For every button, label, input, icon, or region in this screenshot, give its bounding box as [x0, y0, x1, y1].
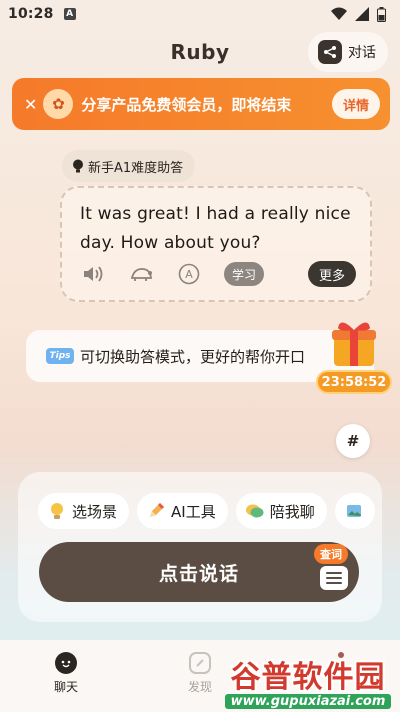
- pencil-icon: [147, 502, 165, 520]
- page-title: Ruby: [170, 40, 230, 64]
- chip-scene[interactable]: 选场景: [38, 493, 130, 529]
- learn-button[interactable]: 学习: [224, 262, 264, 286]
- tab-discover[interactable]: 发现: [180, 652, 220, 695]
- status-time: 10:28: [8, 6, 54, 22]
- cellular-icon: [355, 7, 369, 21]
- chip-ai-tools[interactable]: AI工具: [137, 493, 228, 529]
- assistant-message-text: It was great! I had a really nice day. H…: [80, 204, 351, 253]
- share-icon: [318, 40, 342, 64]
- site-watermark: 谷普软件园 www.gupuxiazai.com: [216, 648, 400, 712]
- watermark-brand: 谷普软件园: [230, 659, 386, 695]
- quick-action-chips: 选场景 AI工具 陪我聊: [38, 493, 375, 529]
- wifi-icon: [331, 7, 347, 20]
- chat-bubbles-icon: [245, 502, 264, 520]
- lightbulb-icon: [73, 159, 83, 173]
- banner-details-button[interactable]: 详情: [332, 89, 380, 119]
- tips-text: 可切换助答模式，更好的帮你开口: [80, 347, 306, 366]
- notification-icon: A: [63, 8, 76, 20]
- image-icon: [345, 502, 363, 520]
- assist-level-chip[interactable]: 新手A1难度助答: [62, 150, 196, 182]
- close-icon[interactable]: ✕: [24, 95, 37, 114]
- chip-label: AI工具: [171, 502, 216, 521]
- assistant-message-bubble: It was great! I had a really nice day. H…: [60, 186, 372, 302]
- banner-text: 分享产品免费领会员，即将结束: [81, 95, 292, 114]
- status-bar: 10:28 A: [0, 0, 400, 28]
- lightbulb-icon: [48, 502, 66, 520]
- tips-badge: Tips: [46, 348, 74, 364]
- message-actions: A 学习 更多: [80, 260, 356, 288]
- tab-chat[interactable]: 聊天: [46, 652, 86, 695]
- discover-icon: [189, 652, 211, 674]
- battery-icon: [377, 6, 386, 22]
- speaker-icon[interactable]: [80, 261, 106, 287]
- svg-text:A: A: [185, 268, 193, 281]
- chat-face-icon: [55, 652, 77, 674]
- chip-label: 陪我聊: [269, 502, 315, 521]
- more-button[interactable]: 更多: [308, 261, 356, 287]
- promo-countdown[interactable]: 23:58:52: [316, 370, 392, 394]
- header: Ruby 对话: [0, 28, 400, 76]
- chip-label: 选场景: [72, 502, 118, 521]
- dictionary-badge[interactable]: 查词: [314, 544, 348, 564]
- assist-level-label: 新手A1难度助答: [88, 160, 184, 176]
- tap-to-speak-button[interactable]: 点击说话: [39, 542, 359, 602]
- turtle-icon[interactable]: [128, 261, 154, 287]
- banner-logo-icon: ✿: [43, 89, 74, 119]
- chat-mode-button[interactable]: 对话: [308, 32, 388, 72]
- gift-promo-icon[interactable]: [330, 316, 378, 368]
- tab-label: 聊天: [53, 680, 78, 694]
- topic-hash-button[interactable]: #: [336, 424, 370, 458]
- speak-label: 点击说话: [158, 562, 239, 585]
- chip-image[interactable]: [334, 493, 375, 529]
- translate-icon[interactable]: A: [176, 261, 202, 287]
- watermark-url: www.gupuxiazai.com: [224, 693, 392, 709]
- promo-banner[interactable]: ✕ ✿ 分享产品免费领会员，即将结束 详情: [12, 78, 390, 130]
- dictionary-icon: [320, 566, 348, 590]
- chat-mode-label: 对话: [348, 45, 376, 61]
- chip-chat-with-me[interactable]: 陪我聊: [235, 493, 327, 529]
- tab-label: 发现: [187, 680, 212, 694]
